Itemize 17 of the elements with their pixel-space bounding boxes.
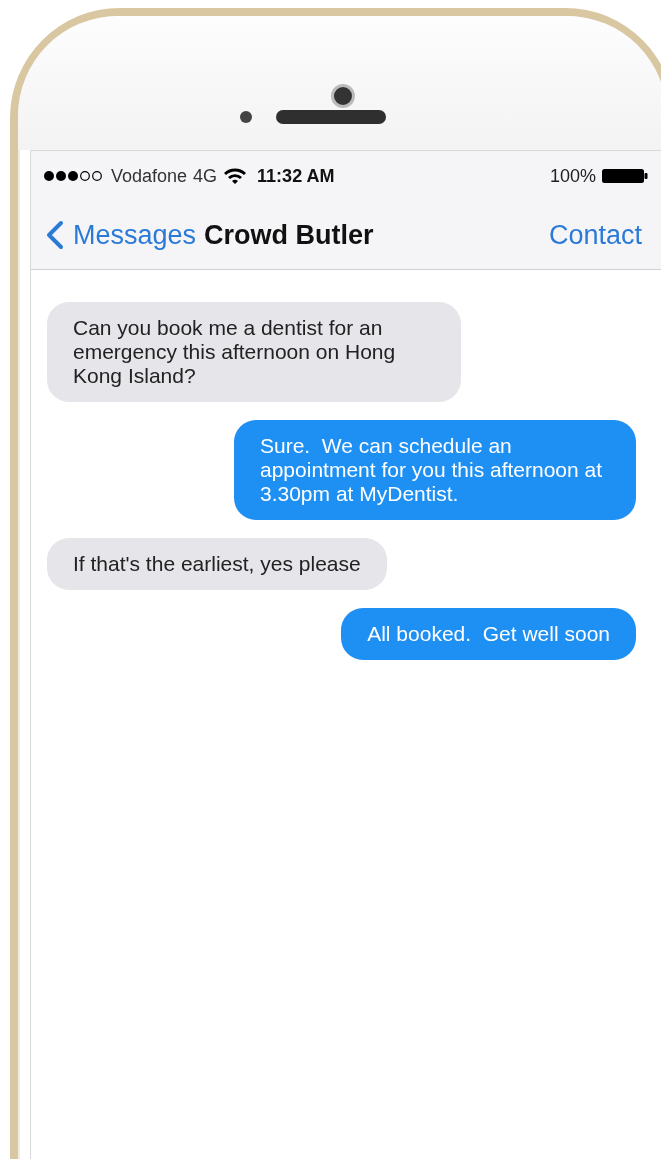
conversation-title: Crowd Butler	[204, 219, 374, 251]
battery-icon	[602, 168, 648, 184]
camera-icon	[330, 84, 355, 108]
signal-icon	[43, 170, 105, 182]
outgoing-message-bubble: Sure. We can schedule an appointment for you this afternoon at 3.30pm at MyDentist.	[234, 420, 636, 520]
wifi-icon	[223, 167, 248, 185]
back-button[interactable]: Messages	[45, 219, 197, 251]
battery-percent: 100%	[549, 165, 596, 187]
incoming-message-bubble: Can you book me a dentist for an emergency this afternoon on Hong Kong Island?	[47, 302, 461, 402]
sensor-icon	[239, 111, 252, 123]
chevron-left-icon	[45, 220, 65, 250]
contact-link[interactable]: Contact	[548, 219, 642, 251]
incoming-message-bubble: If that's the earliest, yes please	[47, 538, 387, 590]
clock-time: 11:32 AM	[257, 165, 335, 187]
network-type: 4G	[193, 165, 218, 187]
carrier-name: Vodafone	[111, 165, 188, 187]
outgoing-message-bubble: All booked. Get well soon	[341, 608, 636, 660]
